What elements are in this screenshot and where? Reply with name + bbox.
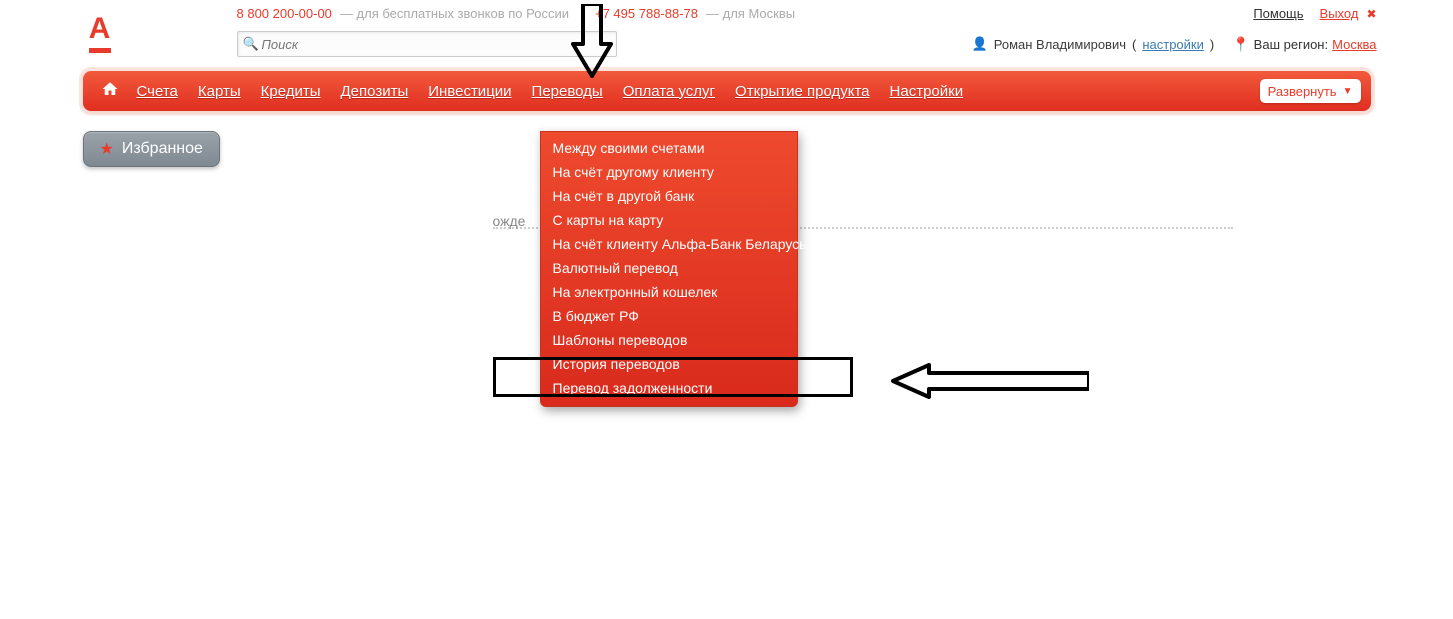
user-name: Роман Владимирович: [994, 37, 1126, 52]
phone-russia-note: — для бесплатных звонков по России: [340, 6, 569, 21]
region: 📍 Ваш регион: Москва: [1232, 36, 1376, 53]
user-settings-link[interactable]: настройки: [1142, 37, 1204, 52]
phone-russia[interactable]: 8 800 200-00-00: [237, 6, 332, 21]
nav-payments[interactable]: Оплата услуг: [613, 83, 725, 100]
exit-link[interactable]: Выход: [1320, 6, 1359, 21]
search-icon: 🔍: [243, 36, 259, 52]
dropdown-item-own-accounts[interactable]: Между своими счетами: [541, 136, 797, 160]
nav-cards[interactable]: Карты: [188, 83, 251, 100]
dropdown-item-budget-rf[interactable]: В бюджет РФ: [541, 304, 797, 328]
region-label: Ваш регион:: [1254, 37, 1328, 52]
nav-credits[interactable]: Кредиты: [251, 83, 331, 100]
search-input[interactable]: [237, 31, 617, 57]
nav-investments[interactable]: Инвестиции: [418, 83, 521, 100]
nav-settings[interactable]: Настройки: [880, 83, 974, 100]
user-info: 👤 Роман Владимирович (настройки): [972, 36, 1215, 52]
person-icon: 👤: [972, 36, 988, 52]
annotation-arrow-down: [571, 4, 613, 78]
dropdown-item-templates[interactable]: Шаблоны переводов: [541, 328, 797, 352]
phones: 8 800 200-00-00 — для бесплатных звонков…: [237, 6, 796, 21]
expand-button[interactable]: Развернуть ▼: [1260, 79, 1361, 103]
map-pin-icon: 📍: [1232, 36, 1249, 53]
expand-label: Развернуть: [1268, 84, 1337, 99]
dropdown-item-belarus[interactable]: На счёт клиенту Альфа-Банк Беларусь: [541, 232, 797, 256]
chevron-down-icon: ▼: [1343, 86, 1353, 97]
region-link[interactable]: Москва: [1332, 37, 1376, 52]
nav-transfers[interactable]: Переводы: [522, 83, 613, 100]
nav-deposits[interactable]: Депозиты: [331, 83, 419, 100]
loading-text-fragment: ожде: [493, 213, 526, 229]
nav-open-product[interactable]: Открытие продукта: [725, 83, 880, 100]
nav-accounts[interactable]: Счета: [127, 83, 188, 100]
main-nav: Счета Карты Кредиты Депозиты Инвестиции …: [83, 71, 1371, 111]
star-icon: ★: [100, 139, 114, 159]
dropdown-item-ewallet[interactable]: На электронный кошелек: [541, 280, 797, 304]
home-icon[interactable]: [93, 80, 127, 103]
favorites-label: Избранное: [122, 140, 203, 158]
dropdown-item-currency-transfer[interactable]: Валютный перевод: [541, 256, 797, 280]
close-icon[interactable]: ✖: [1366, 7, 1376, 21]
dropdown-item-other-client[interactable]: На счёт другому клиенту: [541, 160, 797, 184]
dropdown-item-card-to-card[interactable]: С карты на карту: [541, 208, 797, 232]
logo[interactable]: A: [83, 14, 117, 53]
dropdown-item-other-bank[interactable]: На счёт в другой банк: [541, 184, 797, 208]
help-link[interactable]: Помощь: [1253, 6, 1303, 21]
annotation-arrow-left: [889, 363, 1089, 399]
annotation-highlight-box: [493, 357, 853, 397]
phone-moscow-note: — для Москвы: [706, 6, 795, 21]
search-box[interactable]: 🔍: [237, 31, 617, 57]
favorites-button[interactable]: ★ Избранное: [83, 131, 220, 167]
